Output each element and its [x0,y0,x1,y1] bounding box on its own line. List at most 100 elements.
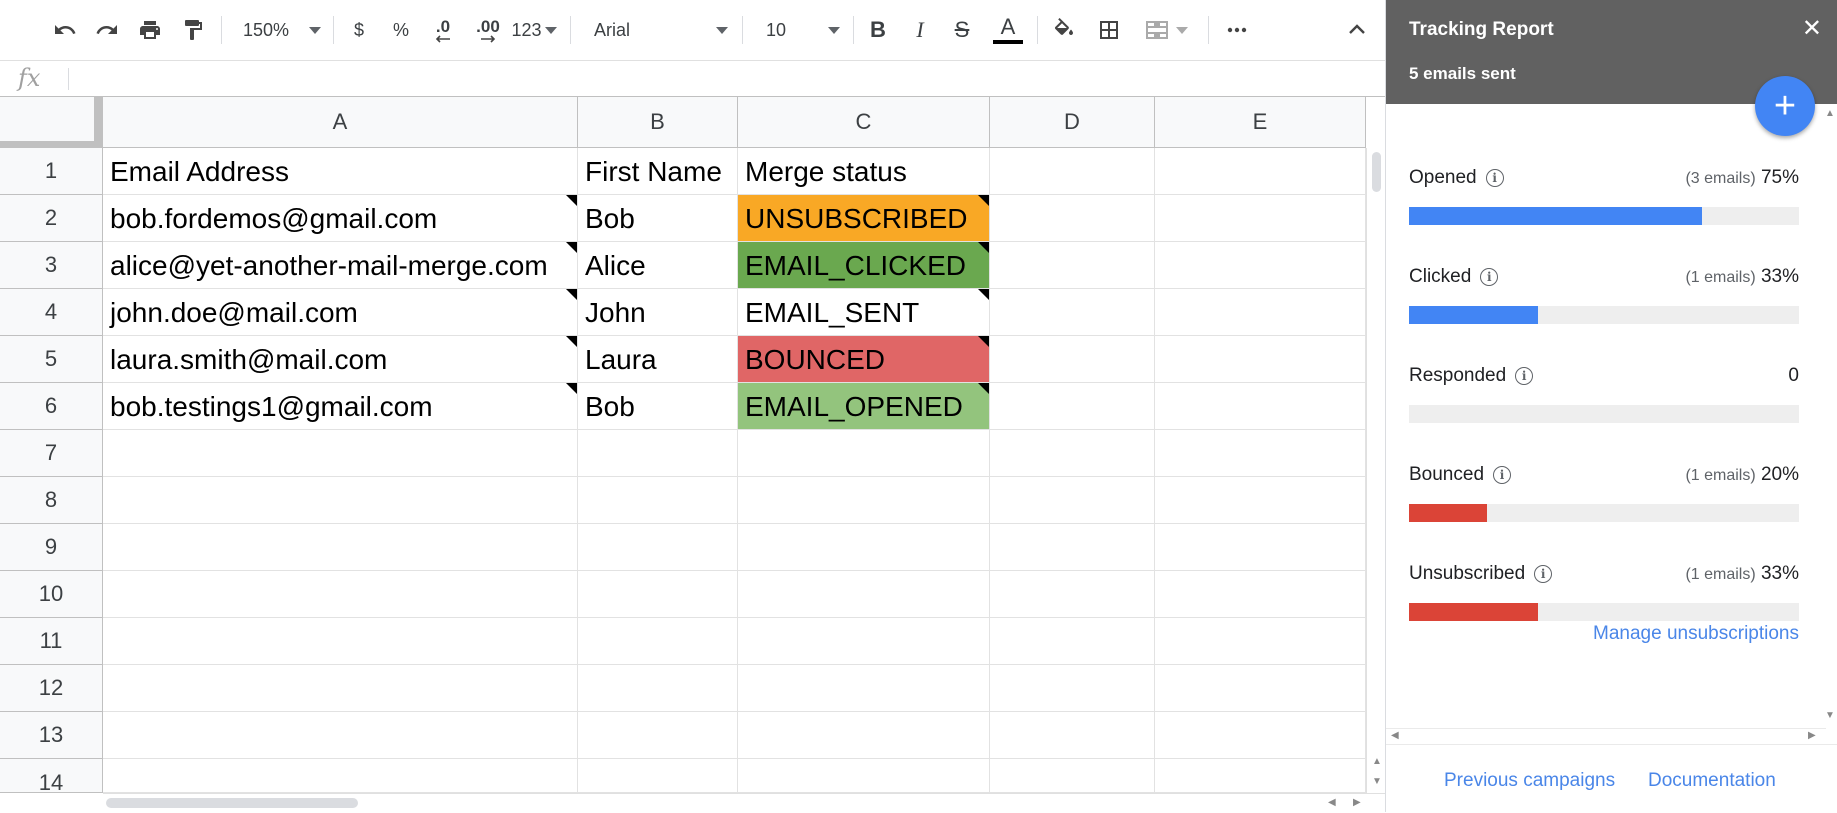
row-header[interactable]: 10 [0,571,103,618]
percent-format-button[interactable]: % [384,13,418,47]
increase-decimal-button[interactable]: .00 [468,13,508,47]
cell-a12[interactable] [103,665,578,712]
cell-b6[interactable]: Bob [578,383,738,430]
select-all-corner[interactable] [0,97,103,148]
more-options-icon[interactable] [1220,13,1254,47]
vertical-scrollbar[interactable]: ▲ ▼ [1366,148,1386,798]
cell-c2[interactable]: UNSUBSCRIBED [738,195,990,242]
formula-input[interactable] [80,67,1370,91]
row-header[interactable]: 8 [0,477,103,524]
cell-a9[interactable] [103,524,578,571]
scroll-left-icon[interactable]: ◀ [1328,797,1336,808]
cell-e7[interactable] [1155,430,1366,477]
cell-e2[interactable] [1155,195,1366,242]
print-icon[interactable] [133,13,167,47]
cell-d14[interactable] [990,759,1155,793]
more-formats-button[interactable]: 123 [510,13,558,47]
cell-d9[interactable] [990,524,1155,571]
row-header[interactable]: 13 [0,712,103,759]
italic-button[interactable]: I [903,13,937,47]
add-button[interactable]: + [1755,76,1815,136]
scroll-left-icon[interactable]: ◀ [1391,730,1399,741]
row-header[interactable]: 3 [0,242,103,289]
manage-unsubscriptions-link[interactable]: Manage unsubscriptions [1593,623,1799,645]
row-header[interactable]: 9 [0,524,103,571]
font-family-select[interactable]: Arial [584,13,730,47]
bold-button[interactable]: B [861,13,895,47]
column-header-b[interactable]: B [578,97,738,148]
cell-c13[interactable] [738,712,990,759]
vertical-scroll-thumb[interactable] [1372,152,1381,192]
info-icon[interactable]: i [1534,565,1553,583]
cell-b5[interactable]: Laura [578,336,738,383]
cell-b9[interactable] [578,524,738,571]
cell-a4[interactable]: john.doe@mail.com [103,289,578,336]
scroll-down-icon[interactable]: ▼ [1372,776,1382,787]
row-header[interactable]: 5 [0,336,103,383]
cell-e3[interactable] [1155,242,1366,289]
cell-e8[interactable] [1155,477,1366,524]
cell-c11[interactable] [738,618,990,665]
column-header-a[interactable]: A [103,97,578,148]
freeze-column-handle[interactable] [94,97,102,147]
cell-b12[interactable] [578,665,738,712]
cell-e10[interactable] [1155,571,1366,618]
cell-d10[interactable] [990,571,1155,618]
cell-d11[interactable] [990,618,1155,665]
cell-b14[interactable] [578,759,738,793]
cell-d12[interactable] [990,665,1155,712]
info-icon[interactable]: i [1493,466,1512,484]
freeze-row-handle[interactable] [0,141,102,147]
merge-cells-button[interactable] [1136,13,1196,47]
scroll-right-icon[interactable]: ▶ [1353,797,1361,808]
undo-icon[interactable] [48,13,82,47]
cell-c5[interactable]: BOUNCED [738,336,990,383]
cell-b4[interactable]: John [578,289,738,336]
cell-b13[interactable] [578,712,738,759]
font-size-select[interactable]: 10 [756,13,842,47]
horizontal-scrollbar[interactable]: ◀ ▶ [103,793,1385,813]
redo-icon[interactable] [90,13,124,47]
strikethrough-button[interactable]: S [945,13,979,47]
cell-e6[interactable] [1155,383,1366,430]
info-icon[interactable]: i [1480,268,1499,286]
column-header-c[interactable]: C [738,97,990,148]
cell-b3[interactable]: Alice [578,242,738,289]
close-icon[interactable]: ✕ [1802,14,1822,43]
row-header[interactable]: 11 [0,618,103,665]
cell-b11[interactable] [578,618,738,665]
row-header[interactable]: 2 [0,195,103,242]
cell-a1[interactable]: Email Address [103,148,578,195]
cell-c3[interactable]: EMAIL_CLICKED [738,242,990,289]
cell-b2[interactable]: Bob [578,195,738,242]
row-header[interactable]: 14 [0,759,103,793]
cell-c6[interactable]: EMAIL_OPENED [738,383,990,430]
sidebar-vertical-scrollbar[interactable]: ▲ ▼ [1821,104,1837,728]
cell-c4[interactable]: EMAIL_SENT [738,289,990,336]
cell-e13[interactable] [1155,712,1366,759]
cell-d1[interactable] [990,148,1155,195]
cell-a10[interactable] [103,571,578,618]
cell-e1[interactable] [1155,148,1366,195]
row-header[interactable]: 7 [0,430,103,477]
cell-c1[interactable]: Merge status [738,148,990,195]
cell-b7[interactable] [578,430,738,477]
cell-a5[interactable]: laura.smith@mail.com [103,336,578,383]
scroll-down-icon[interactable]: ▼ [1825,710,1835,721]
scroll-up-icon[interactable]: ▲ [1372,756,1382,767]
cell-d8[interactable] [990,477,1155,524]
cell-a8[interactable] [103,477,578,524]
cell-d4[interactable] [990,289,1155,336]
cell-e14[interactable] [1155,759,1366,793]
cell-c9[interactable] [738,524,990,571]
scroll-up-icon[interactable]: ▲ [1825,108,1835,119]
fill-color-icon[interactable] [1047,13,1081,47]
sidebar-horizontal-scrollbar[interactable]: ◀ ▶ [1386,728,1826,743]
cell-c10[interactable] [738,571,990,618]
cell-d13[interactable] [990,712,1155,759]
cell-e4[interactable] [1155,289,1366,336]
row-header[interactable]: 12 [0,665,103,712]
scroll-right-icon[interactable]: ▶ [1808,730,1816,741]
cell-e5[interactable] [1155,336,1366,383]
row-header[interactable]: 4 [0,289,103,336]
